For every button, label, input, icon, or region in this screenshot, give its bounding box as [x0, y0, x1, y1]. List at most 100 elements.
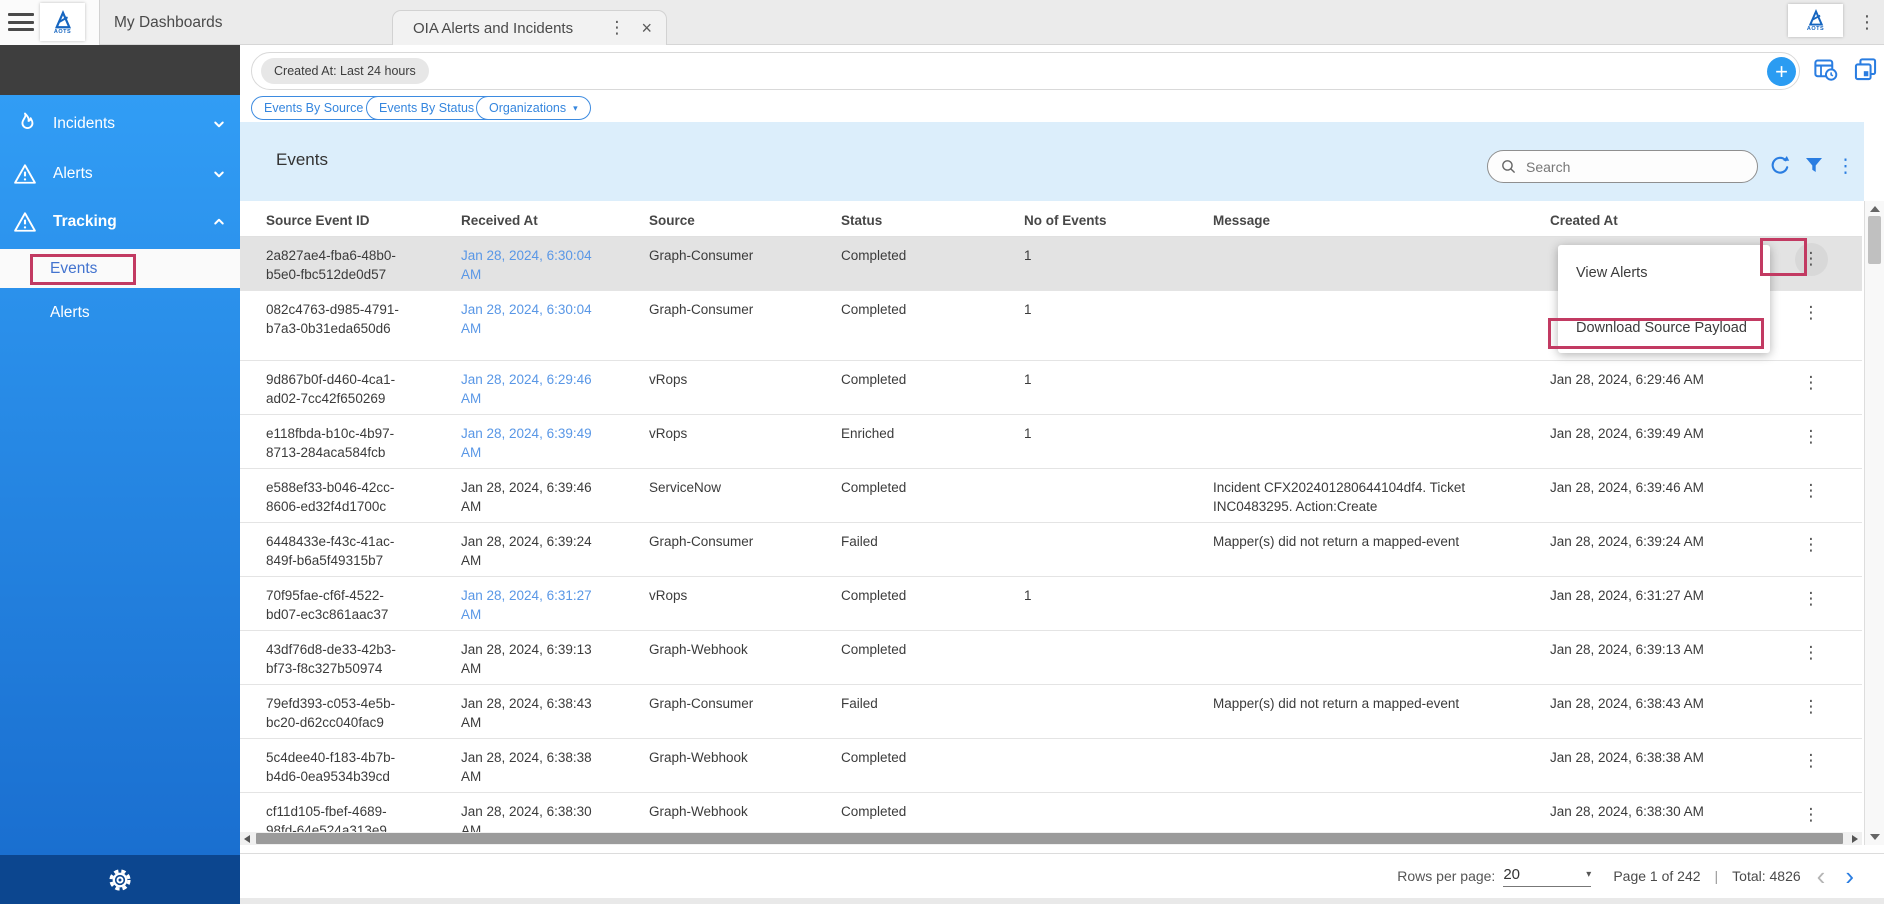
- no-of-events-cell: [1024, 523, 1213, 576]
- vertical-scroll-thumb[interactable]: [1868, 216, 1881, 264]
- status-cell: Completed: [841, 739, 1024, 792]
- row-kebab-button[interactable]: ⋮: [1795, 529, 1828, 562]
- app-logo-right: AOTS: [1788, 4, 1843, 37]
- sidebar-item-tracking[interactable]: Tracking: [0, 199, 240, 245]
- row-kebab-button[interactable]: ⋮: [1795, 475, 1828, 508]
- created-at-cell: Jan 28, 2024, 6:38:43 AM: [1550, 685, 1760, 738]
- column-header[interactable]: Created At: [1550, 202, 1760, 236]
- row-kebab-button[interactable]: ⋮: [1795, 799, 1828, 832]
- status-cell: Completed: [841, 237, 1024, 290]
- row-kebab-button[interactable]: ⋮: [1795, 583, 1828, 616]
- row-kebab-button[interactable]: ⋮: [1795, 297, 1828, 330]
- column-header[interactable]: Status: [841, 202, 1024, 236]
- source-cell: Graph-Webhook: [649, 739, 841, 792]
- source-cell: Graph-Consumer: [649, 685, 841, 738]
- menu-item-download-source-payload[interactable]: Download Source Payload: [1576, 320, 1747, 336]
- table-row[interactable]: 9d867b0f-d460-4ca1-ad02-7cc42f650269 Jan…: [240, 361, 1862, 415]
- row-actions-cell: ⋮: [1760, 793, 1862, 832]
- column-header[interactable]: Message: [1213, 202, 1550, 236]
- created-at-cell: Jan 28, 2024, 6:38:30 AM: [1550, 793, 1760, 832]
- table-row[interactable]: 70f95fae-cf6f-4522-bd07-ec3c861aac37 Jan…: [240, 577, 1862, 631]
- tab-label: OIA Alerts and Incidents: [413, 20, 608, 37]
- table-row[interactable]: 6448433e-f43c-41ac-849f-b6a5f49315b7 Jan…: [240, 523, 1862, 577]
- vertical-scrollbar[interactable]: [1864, 201, 1884, 845]
- table-row[interactable]: e118fbda-b10c-4b97-8713-284aca584fcb Jan…: [240, 415, 1862, 469]
- organizations-pill[interactable]: Organizations▾: [476, 96, 591, 120]
- sidebar-item-alerts[interactable]: Alerts: [0, 151, 240, 197]
- section-label[interactable]: My Dashboards: [114, 0, 223, 45]
- logo-triangle-icon: [52, 10, 74, 30]
- search-input[interactable]: [1526, 159, 1726, 175]
- row-kebab-button[interactable]: ⋮: [1795, 745, 1828, 778]
- no-of-events-cell: [1024, 793, 1213, 832]
- save-view-icon[interactable]: [1852, 56, 1879, 83]
- table-row[interactable]: e588ef33-b046-42cc-8606-ed32f4d1700c Jan…: [240, 469, 1862, 523]
- menu-item-view-alerts[interactable]: View Alerts: [1576, 265, 1647, 281]
- applied-filters-bar[interactable]: Created At: Last 24 hours +: [251, 52, 1800, 90]
- table-row[interactable]: 43df76d8-de33-42b3-bf73-f8c327b50974 Jan…: [240, 631, 1862, 685]
- row-kebab-button[interactable]: ⋮: [1795, 637, 1828, 670]
- tab-close-icon[interactable]: ×: [641, 19, 652, 37]
- row-actions-cell: ⋮: [1760, 237, 1862, 290]
- horizontal-scroll-thumb[interactable]: [256, 833, 1843, 844]
- add-filter-button[interactable]: +: [1767, 57, 1796, 86]
- filter-funnel-icon[interactable]: [1802, 154, 1826, 178]
- pill-label: Events By Status: [379, 101, 474, 115]
- scroll-left-arrow-icon[interactable]: [244, 835, 250, 843]
- chevron-up-icon: [210, 213, 228, 231]
- horizontal-scrollbar[interactable]: [240, 832, 1862, 845]
- panel-title: Events: [276, 150, 328, 170]
- refresh-icon[interactable]: [1768, 154, 1792, 178]
- logo-triangle-icon: [1806, 9, 1826, 27]
- table-header-row: Source Event ID Received At Source Statu…: [240, 201, 1862, 237]
- events-panel-header: Events ⋮: [240, 122, 1864, 201]
- pill-label: Events By Source: [264, 101, 363, 115]
- column-header[interactable]: Source Event ID: [266, 202, 461, 236]
- row-kebab-button[interactable]: ⋮: [1795, 421, 1828, 454]
- status-cell: Completed: [841, 577, 1024, 630]
- source-cell: Graph-Consumer: [649, 237, 841, 290]
- sidebar-footer: [0, 855, 240, 904]
- table-row[interactable]: cf11d105-fbef-4689-98fd-64e524a313e9 Jan…: [240, 793, 1862, 832]
- sidebar-top-strip: [0, 45, 240, 95]
- sidebar-subitem-events[interactable]: Events: [0, 249, 240, 288]
- received-at-cell: Jan 28, 2024, 6:39:24 AM: [461, 523, 649, 576]
- message-cell: [1213, 793, 1550, 832]
- hamburger-menu-icon[interactable]: [8, 13, 34, 32]
- tab-kebab-icon[interactable]: ⋮: [608, 20, 625, 37]
- sidebar-subitem-alerts[interactable]: Alerts: [0, 288, 240, 338]
- search-box[interactable]: [1487, 150, 1758, 183]
- message-cell: Incident CFX202401280644104df4. Ticket I…: [1213, 469, 1550, 522]
- message-cell: [1213, 631, 1550, 684]
- sidebar-item-incidents[interactable]: Incidents: [0, 101, 240, 147]
- row-kebab-button[interactable]: ⋮: [1795, 367, 1828, 400]
- chevron-down-icon: [210, 115, 228, 133]
- created-at-filter-chip[interactable]: Created At: Last 24 hours: [261, 58, 429, 84]
- next-page-button[interactable]: ›: [1845, 863, 1854, 889]
- scroll-down-arrow-icon[interactable]: [1870, 834, 1880, 840]
- row-kebab-button[interactable]: ⋮: [1795, 691, 1828, 724]
- panel-kebab-icon[interactable]: ⋮: [1836, 155, 1855, 177]
- source-cell: Graph-Webhook: [649, 631, 841, 684]
- topbar-kebab-icon[interactable]: ⋮: [1858, 12, 1876, 33]
- message-cell: Mapper(s) did not return a mapped-event: [1213, 523, 1550, 576]
- row-kebab-button[interactable]: ⋮: [1795, 243, 1828, 276]
- row-actions-cell: ⋮: [1760, 631, 1862, 684]
- tab-oia-alerts-and-incidents[interactable]: OIA Alerts and Incidents ⋮ ×: [392, 10, 667, 45]
- column-header[interactable]: Received At: [461, 202, 649, 236]
- table-row[interactable]: 5c4dee40-f183-4b7b-b4d6-0ea9534b39cd Jan…: [240, 739, 1862, 793]
- previous-page-button[interactable]: ‹: [1817, 863, 1826, 889]
- scroll-right-arrow-icon[interactable]: [1852, 835, 1858, 843]
- no-of-events-cell: 1: [1024, 237, 1213, 290]
- gear-icon[interactable]: [105, 865, 135, 895]
- sidebar-item-label: Tracking: [53, 213, 210, 231]
- scheduled-view-icon[interactable]: [1812, 56, 1839, 83]
- source-event-id-cell: 6448433e-f43c-41ac-849f-b6a5f49315b7: [266, 523, 461, 576]
- table-row[interactable]: 79efd393-c053-4e5b-bc20-d62cc040fac9 Jan…: [240, 685, 1862, 739]
- app-window: AOTS My Dashboards OIA Alerts and Incide…: [0, 0, 1884, 904]
- scroll-up-arrow-icon[interactable]: [1870, 206, 1880, 212]
- rows-per-page-select[interactable]: 20 ▾: [1503, 866, 1591, 887]
- column-header[interactable]: No of Events: [1024, 202, 1213, 236]
- column-header[interactable]: Source: [649, 202, 841, 236]
- sidebar-item-label: Alerts: [53, 165, 210, 183]
